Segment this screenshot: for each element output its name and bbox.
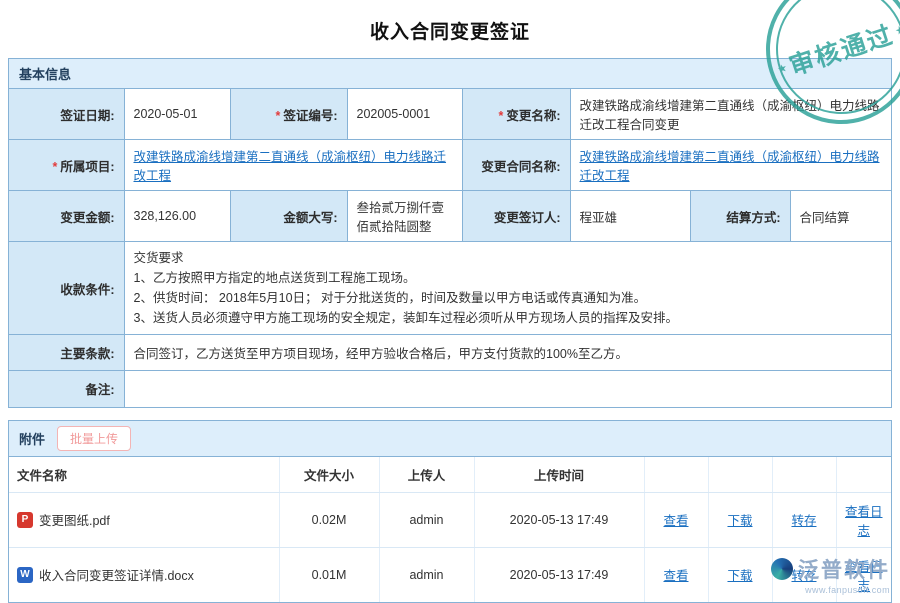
file-name-text: 收入合同变更签证详情.docx bbox=[39, 565, 194, 584]
main-terms-value: 合同签订，乙方送货至甲方项目现场，经甲方验收合格后，甲方支付货款的100%至乙方… bbox=[124, 335, 891, 371]
file-name-cell: P 变更图纸.pdf bbox=[9, 492, 279, 547]
upload-time-cell: 2020-05-13 17:49 bbox=[474, 547, 644, 602]
amount-value: 328,126.00 bbox=[124, 191, 230, 242]
info-row-6: 备注: bbox=[9, 371, 891, 407]
stamp-star-icon: ★ bbox=[775, 60, 788, 75]
stamp-text: 审核通过 bbox=[784, 15, 898, 83]
file-row: P 变更图纸.pdf 0.02M admin 2020-05-13 17:49 … bbox=[9, 492, 891, 547]
upload-time-cell: 2020-05-13 17:49 bbox=[474, 492, 644, 547]
receipt-terms-value: 交货要求 1、乙方按照甲方指定的地点送货到工程施工现场。 2、供货时间： 201… bbox=[124, 242, 891, 335]
attachments-title: 附件 bbox=[19, 429, 45, 448]
amount-words-value: 叁拾贰万捌仟壹佰贰拾陆圆整 bbox=[347, 191, 462, 242]
uploader-cell: admin bbox=[379, 547, 474, 602]
view-log-action-cell: 查看日志 bbox=[836, 492, 891, 547]
required-asterisk: * bbox=[52, 160, 57, 174]
receipt-terms-label: 收款条件: bbox=[9, 242, 124, 335]
view-log-link[interactable]: 查看日志 bbox=[845, 505, 883, 538]
fanpu-brand-text: 泛普软件 bbox=[798, 554, 890, 584]
file-size-cell: 0.02M bbox=[279, 492, 379, 547]
attachments-table: 文件名称 文件大小 上传人 上传时间 P 变更图纸.pdf 0.02M admi… bbox=[9, 457, 891, 602]
word-file-icon: W bbox=[17, 567, 33, 583]
fanpu-url-text: www.fanpusoft.com bbox=[771, 585, 890, 595]
required-asterisk: * bbox=[275, 109, 280, 123]
attachments-header: 附件 批量上传 bbox=[9, 421, 891, 457]
action-column-header bbox=[836, 457, 891, 493]
project-value-cell: 改建铁路成渝线增建第二直通线（成渝枢纽）电力线路迁改工程 bbox=[124, 140, 462, 191]
stamp-star-icon: ★ bbox=[893, 22, 900, 37]
file-name-cell: W 收入合同变更签证详情.docx bbox=[9, 547, 279, 602]
info-row-5: 主要条款: 合同签订，乙方送货至甲方项目现场，经甲方验收合格后，甲方支付货款的1… bbox=[9, 335, 891, 371]
transfer-link[interactable]: 转存 bbox=[791, 514, 816, 528]
visa-date-label: 签证日期: bbox=[9, 89, 124, 140]
main-terms-label: 主要条款: bbox=[9, 335, 124, 371]
signer-value: 程亚雄 bbox=[570, 191, 690, 242]
transfer-action-cell: 转存 bbox=[772, 492, 836, 547]
settle-label: 结算方式: bbox=[690, 191, 790, 242]
fanpu-logo-icon bbox=[771, 558, 793, 580]
project-label-text: 所属项目: bbox=[60, 160, 114, 174]
file-name-column-header: 文件名称 bbox=[9, 457, 279, 493]
basic-info-title: 基本信息 bbox=[19, 64, 71, 83]
info-row-2: *所属项目: 改建铁路成渝线增建第二直通线（成渝枢纽）电力线路迁改工程 变更合同… bbox=[9, 140, 891, 191]
amount-words-label: 金额大写: bbox=[230, 191, 347, 242]
uploader-cell: admin bbox=[379, 492, 474, 547]
remark-value bbox=[124, 371, 891, 407]
basic-info-table: 签证日期: 2020-05-01 *签证编号: 202005-0001 *变更名… bbox=[9, 89, 891, 407]
info-row-3: 变更金额: 328,126.00 金额大写: 叁拾贰万捌仟壹佰贰拾陆圆整 变更签… bbox=[9, 191, 891, 242]
attachments-section: 附件 批量上传 文件名称 文件大小 上传人 上传时间 P 变更图纸.pdf 0.… bbox=[8, 420, 892, 603]
attachments-header-row: 文件名称 文件大小 上传人 上传时间 bbox=[9, 457, 891, 493]
view-link[interactable]: 查看 bbox=[663, 569, 688, 583]
change-contract-value-cell: 改建铁路成渝线增建第二直通线（成渝枢纽）电力线路迁改工程 bbox=[570, 140, 891, 191]
download-action-cell: 下载 bbox=[708, 547, 772, 602]
uploader-column-header: 上传人 bbox=[379, 457, 474, 493]
file-size-cell: 0.01M bbox=[279, 547, 379, 602]
settle-value: 合同结算 bbox=[790, 191, 891, 242]
download-link[interactable]: 下载 bbox=[727, 569, 752, 583]
change-name-label: *变更名称: bbox=[462, 89, 570, 140]
upload-time-column-header: 上传时间 bbox=[474, 457, 644, 493]
download-link[interactable]: 下载 bbox=[727, 514, 752, 528]
visa-no-value: 202005-0001 bbox=[347, 89, 462, 140]
basic-info-header: 基本信息 bbox=[9, 59, 891, 89]
change-name-label-text: 变更名称: bbox=[506, 109, 560, 123]
download-action-cell: 下载 bbox=[708, 492, 772, 547]
visa-no-label: *签证编号: bbox=[230, 89, 347, 140]
view-action-cell: 查看 bbox=[644, 492, 708, 547]
fanpu-watermark: 泛普软件 www.fanpusoft.com bbox=[771, 554, 890, 595]
amount-label: 变更金额: bbox=[9, 191, 124, 242]
change-contract-link[interactable]: 改建铁路成渝线增建第二直通线（成渝枢纽）电力线路迁改工程 bbox=[580, 150, 880, 183]
info-row-1: 签证日期: 2020-05-01 *签证编号: 202005-0001 *变更名… bbox=[9, 89, 891, 140]
view-action-cell: 查看 bbox=[644, 547, 708, 602]
required-asterisk: * bbox=[498, 109, 503, 123]
change-contract-label: 变更合同名称: bbox=[462, 140, 570, 191]
pdf-file-icon: P bbox=[17, 512, 33, 528]
file-size-column-header: 文件大小 bbox=[279, 457, 379, 493]
action-column-header bbox=[644, 457, 708, 493]
project-link[interactable]: 改建铁路成渝线增建第二直通线（成渝枢纽）电力线路迁改工程 bbox=[134, 150, 447, 183]
action-column-header bbox=[772, 457, 836, 493]
project-label: *所属项目: bbox=[9, 140, 124, 191]
batch-upload-button[interactable]: 批量上传 bbox=[57, 426, 131, 451]
file-row: W 收入合同变更签证详情.docx 0.01M admin 2020-05-13… bbox=[9, 547, 891, 602]
view-link[interactable]: 查看 bbox=[663, 514, 688, 528]
visa-date-value: 2020-05-01 bbox=[124, 89, 230, 140]
signer-label: 变更签订人: bbox=[462, 191, 570, 242]
action-column-header bbox=[708, 457, 772, 493]
basic-info-section: 基本信息 签证日期: 2020-05-01 *签证编号: 202005-0001… bbox=[8, 58, 892, 408]
visa-no-label-text: 签证编号: bbox=[283, 109, 337, 123]
remark-label: 备注: bbox=[9, 371, 124, 407]
file-name-text: 变更图纸.pdf bbox=[39, 510, 110, 529]
info-row-4: 收款条件: 交货要求 1、乙方按照甲方指定的地点送货到工程施工现场。 2、供货时… bbox=[9, 242, 891, 335]
